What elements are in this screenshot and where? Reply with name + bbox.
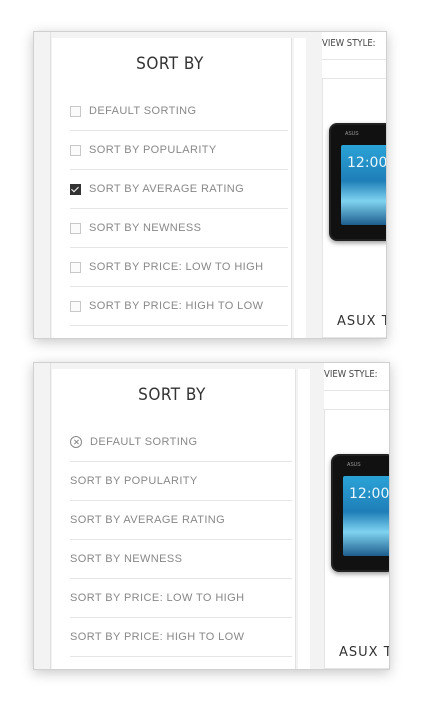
sort-sidebar: SORT BY DEFAULT SORTING SORT BY POPULARI… — [52, 38, 306, 338]
view-style-divider — [324, 390, 389, 391]
remove-filter-icon[interactable] — [70, 436, 82, 448]
sort-option-label: SORT BY NEWNESS — [70, 553, 183, 565]
tablet-screen: 12:00 — [341, 145, 386, 225]
sort-option-label: SORT BY PRICE: HIGH TO LOW — [89, 300, 264, 312]
left-strip — [34, 32, 51, 338]
tablet-screen: 12:00 — [343, 476, 389, 556]
sort-option-label: SORT BY POPULARITY — [89, 144, 217, 156]
tablet-brand-text: ASUS — [345, 131, 359, 137]
sort-option-popularity[interactable]: SORT BY POPULARITY — [70, 462, 292, 501]
product-card[interactable]: ASUS 12:00 ASUX TF — [322, 78, 386, 338]
sort-option-label: DEFAULT SORTING — [89, 105, 197, 117]
sort-option-label: SORT BY AVERAGE RATING — [70, 514, 226, 526]
product-area: VIEW STYLE: ASUS 12:00 ASUX TF — [324, 363, 389, 669]
sort-option-popularity[interactable]: SORT BY POPULARITY — [70, 131, 288, 170]
checkbox-icon[interactable] — [70, 144, 81, 156]
sort-panel-link-variant: SORT BY DEFAULT SORTING SORT BY POPULARI… — [33, 362, 390, 670]
sort-title: SORT BY — [136, 54, 204, 74]
sort-option-newness[interactable]: SORT BY NEWNESS — [70, 540, 292, 579]
sort-option-default[interactable]: DEFAULT SORTING — [70, 92, 288, 131]
sort-option-price-high-low[interactable]: SORT BY PRICE: HIGH TO LOW — [70, 618, 292, 657]
sort-option-average-rating[interactable]: SORT BY AVERAGE RATING — [70, 501, 292, 540]
view-style-label: VIEW STYLE: — [322, 38, 376, 49]
left-strip — [34, 363, 51, 669]
sort-option-label: SORT BY PRICE: LOW TO HIGH — [89, 261, 264, 273]
view-style-label: VIEW STYLE: — [324, 369, 378, 380]
column-divider — [291, 38, 294, 338]
sort-option-price-low-high[interactable]: SORT BY PRICE: LOW TO HIGH — [70, 579, 292, 618]
sort-option-price-high-low[interactable]: SORT BY PRICE: HIGH TO LOW — [70, 287, 288, 326]
tablet-product-image[interactable]: ASUS 12:00 — [331, 454, 389, 572]
tablet-product-image[interactable]: ASUS 12:00 — [329, 123, 386, 241]
sort-option-price-low-high[interactable]: SORT BY PRICE: LOW TO HIGH — [70, 248, 288, 287]
product-name[interactable]: ASUX TF — [339, 645, 389, 660]
tablet-clock: 12:00 — [347, 155, 386, 171]
sort-option-label: SORT BY NEWNESS — [89, 222, 202, 234]
product-card[interactable]: ASUS 12:00 ASUX TF — [324, 409, 389, 669]
sort-option-label: SORT BY POPULARITY — [70, 475, 198, 487]
checkbox-icon[interactable] — [70, 222, 81, 234]
tablet-clock: 12:00 — [349, 486, 389, 502]
sort-sidebar: SORT BY DEFAULT SORTING SORT BY POPULARI… — [52, 369, 310, 669]
sort-option-label: SORT BY PRICE: LOW TO HIGH — [70, 592, 245, 604]
sort-option-label: DEFAULT SORTING — [90, 436, 198, 448]
checkbox-icon[interactable] — [70, 261, 81, 273]
checkbox-icon[interactable] — [70, 105, 81, 117]
sort-title: SORT BY — [138, 385, 206, 405]
sort-option-label: SORT BY PRICE: HIGH TO LOW — [70, 631, 245, 643]
sort-options-list: DEFAULT SORTING SORT BY POPULARITY SORT … — [70, 92, 288, 326]
product-name[interactable]: ASUX TF — [337, 314, 386, 329]
column-divider — [295, 369, 298, 669]
view-style-divider — [322, 59, 386, 60]
checked-checkbox-icon[interactable] — [70, 183, 81, 195]
checkbox-icon[interactable] — [70, 300, 81, 312]
product-area: VIEW STYLE: ASUS 12:00 ASUX TF — [322, 32, 386, 338]
sort-option-default[interactable]: DEFAULT SORTING — [70, 423, 292, 462]
sort-option-newness[interactable]: SORT BY NEWNESS — [70, 209, 288, 248]
sort-option-average-rating[interactable]: SORT BY AVERAGE RATING — [70, 170, 288, 209]
sort-options-list: DEFAULT SORTING SORT BY POPULARITY SORT … — [70, 423, 292, 657]
sort-option-label: SORT BY AVERAGE RATING — [89, 183, 245, 195]
sort-panel-checkbox-variant: SORT BY DEFAULT SORTING SORT BY POPULARI… — [33, 31, 387, 339]
tablet-brand-text: ASUS — [347, 462, 361, 468]
